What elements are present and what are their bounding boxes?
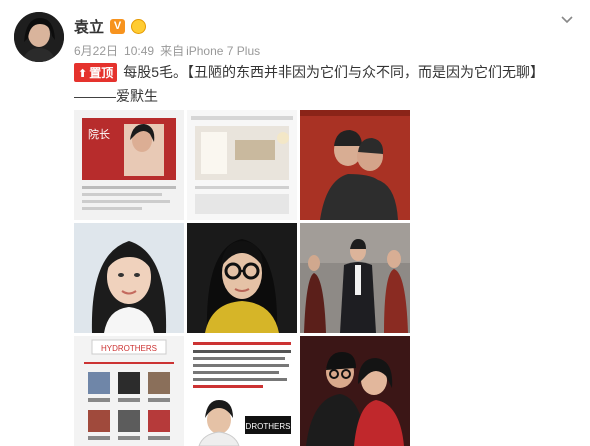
post-image-8[interactable]: DROTHERS xyxy=(187,336,297,446)
post-image-5[interactable] xyxy=(187,223,297,333)
image8-banner-text: DROTHERS xyxy=(246,422,291,431)
pinned-label: 置顶 xyxy=(89,66,114,80)
image7-banner-text: HYDROTHERS xyxy=(101,344,157,353)
post-image-3[interactable] xyxy=(300,110,410,220)
post-meta: 6月22日 10:49 来自 iPhone 7 Plus xyxy=(74,42,266,59)
source-device[interactable]: iPhone 7 Plus xyxy=(186,44,260,58)
post-image-6[interactable] xyxy=(300,223,410,333)
post-image-9[interactable] xyxy=(300,336,410,446)
post-time: 10:49 xyxy=(124,44,155,58)
source-prefix: 来自 xyxy=(160,44,185,58)
image1-logo-text: 院长 xyxy=(88,127,110,141)
post-text: 每股5毛。【丑陋的东西并非因为它们与众不同，而是因为它们无聊】 xyxy=(123,64,545,80)
post-image-4[interactable] xyxy=(74,223,184,333)
post-image-2[interactable] xyxy=(187,110,297,220)
pin-arrow-icon: ⬆ xyxy=(78,68,88,80)
pinned-badge: ⬆ 置顶 xyxy=(74,63,118,82)
crown-icon xyxy=(131,19,147,34)
username[interactable]: 袁立 V xyxy=(74,16,147,37)
post-text-line2: ———爱默生 xyxy=(74,88,158,104)
post-date: 6月22日 xyxy=(74,44,119,58)
post-image-1[interactable]: 院长 xyxy=(74,110,184,220)
avatar[interactable] xyxy=(14,12,64,62)
vip-badge-icon: V xyxy=(110,19,126,34)
image-grid: 院长 HYDROTHERS DROTHERS xyxy=(74,110,410,446)
post-image-7[interactable]: HYDROTHERS xyxy=(74,336,184,446)
username-text[interactable]: 袁立 xyxy=(74,16,104,37)
chevron-down-icon[interactable] xyxy=(560,12,574,26)
post-text-line1: ⬆ 置顶 每股5毛。【丑陋的东西并非因为它们与众不同，而是因为它们无聊】 xyxy=(74,62,544,82)
